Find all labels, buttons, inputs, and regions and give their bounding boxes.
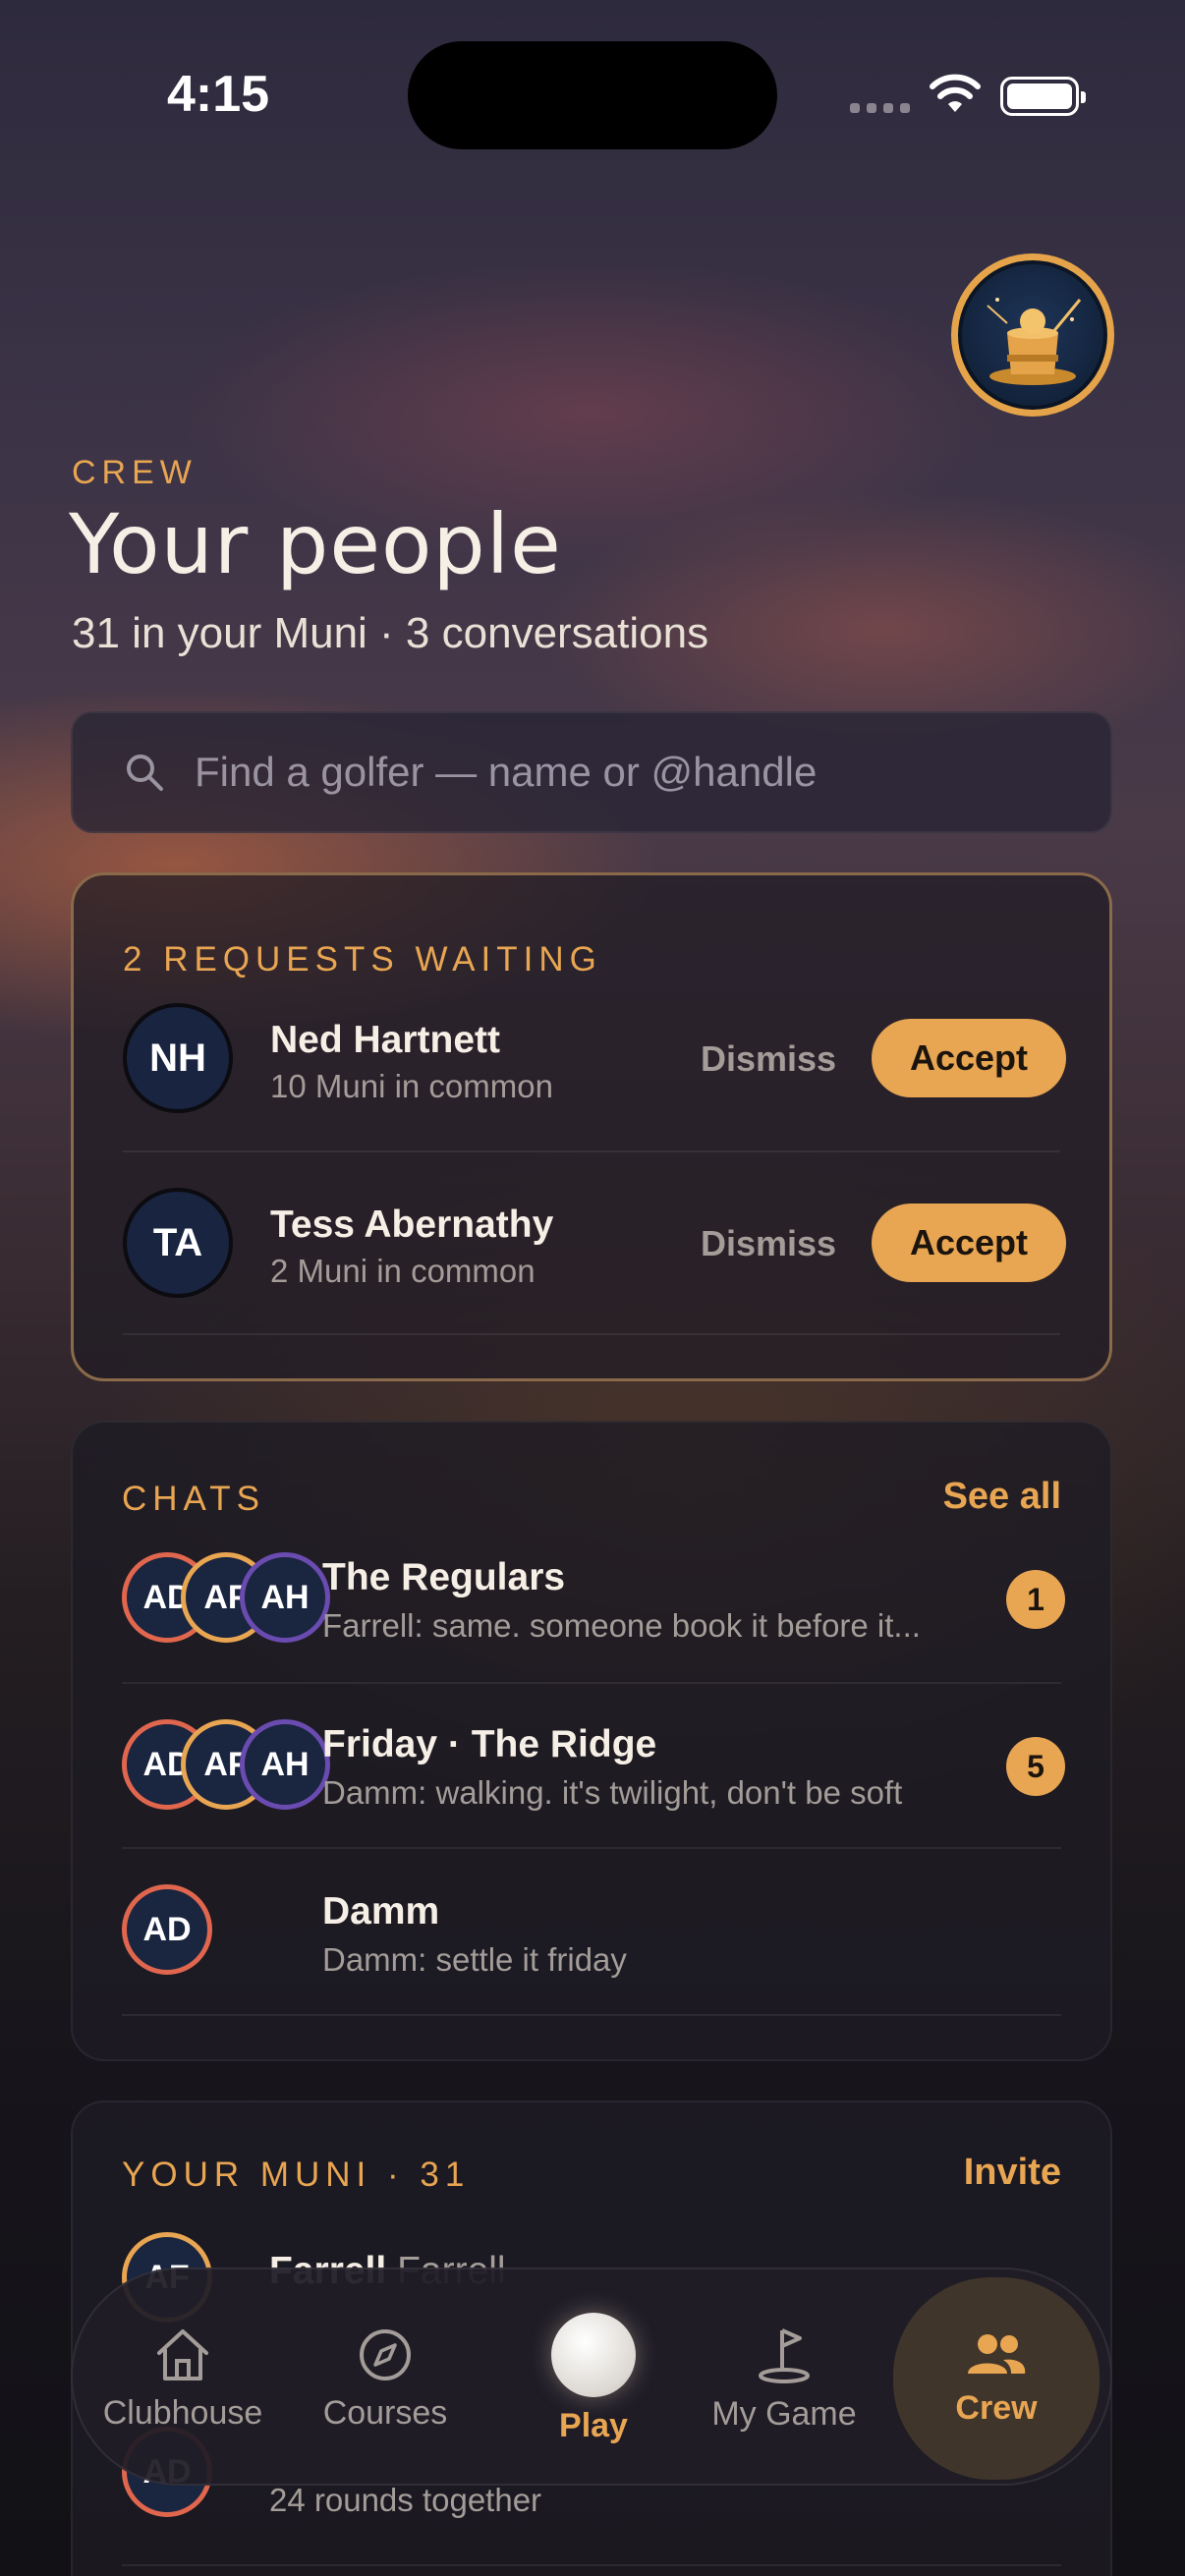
magic-hat-golf-logo-icon [987,298,1082,385]
battery-icon [1000,77,1086,116]
avatar: AH [240,1552,330,1643]
tab-label: Crew [955,2388,1038,2427]
divider [122,1847,1061,1849]
golf-ball-icon [551,2312,636,2397]
tab-label: Play [559,2406,628,2444]
tab-label: My Game [711,2394,857,2433]
divider [123,1150,1060,1152]
chats-heading: CHATS [122,1480,266,1518]
avatar-initials: AH [260,1745,310,1783]
unread-badge: 1 [1006,1570,1065,1629]
avatar-initials: AH [260,1578,310,1616]
avatar-initials: TA [152,1220,203,1264]
muni-heading: YOUR MUNI · 31 [122,2156,471,2194]
request-mutual-count: 10 Muni in common [270,1068,553,1104]
see-all-link[interactable]: See all [943,1476,1061,1518]
page-subtitle: 31 in your Muni · 3 conversations [72,609,709,657]
house-icon [157,2328,208,2380]
invite-link[interactable]: Invite [964,2152,1061,2194]
divider [123,1333,1060,1335]
avatar[interactable]: NH [123,1003,233,1113]
requests-card: 2 REQUESTS WAITING NH Ned Hartnett 10 Mu… [71,872,1112,1381]
wifi-icon [930,74,981,112]
tab-my-game[interactable]: My Game [686,2269,882,2488]
tab-label: Courses [322,2393,448,2432]
chats-card: CHATS See all AD AF AH The Regulars Farr… [71,1421,1112,2061]
search-icon [127,755,163,791]
chat-preview: Damm: walking. it's twilight, don't be s… [322,1774,903,1811]
chat-title: Damm [322,1890,440,1932]
section-eyebrow: CREW [72,454,198,491]
tab-courses[interactable]: Courses [287,2269,483,2488]
tab-crew[interactable]: Crew [893,2277,1100,2480]
tab-label: Clubhouse [102,2393,263,2432]
request-name[interactable]: Ned Hartnett [270,1019,500,1062]
tab-play[interactable]: Play [495,2269,692,2488]
avatar: AD [122,1884,212,1975]
cellular-signal-icon [850,103,910,113]
profile-avatar-button[interactable] [951,253,1114,417]
chat-title: The Regulars [322,1556,566,1598]
people-icon [968,2333,1026,2374]
dismiss-button[interactable]: Dismiss [701,1223,836,1264]
divider [122,2564,1061,2566]
avatar[interactable]: TA [123,1188,233,1298]
request-mutual-count: 2 Muni in common [270,1253,536,1289]
dismiss-button[interactable]: Dismiss [701,1038,836,1080]
search-input[interactable] [195,749,1079,796]
divider [122,2014,1061,2016]
avatar-initials: AD [142,1910,192,1948]
requests-heading: 2 REQUESTS WAITING [123,940,602,979]
status-time: 4:15 [167,66,270,123]
chat-title: Friday · The Ridge [322,1723,657,1765]
chat-preview: Farrell: same. someone book it before it… [322,1607,921,1644]
accept-button[interactable]: Accept [872,1019,1066,1097]
status-bar: 4:15 [0,0,1185,196]
compass-icon [360,2328,411,2380]
page-title: Your people [69,496,562,592]
tab-bar: Clubhouse Courses Play My Game Crew [71,2268,1112,2486]
dynamic-island [408,41,777,149]
request-name[interactable]: Tess Abernathy [270,1204,553,1247]
accept-button[interactable]: Accept [872,1204,1066,1282]
tab-clubhouse[interactable]: Clubhouse [85,2269,281,2488]
avatar: AH [240,1719,330,1810]
chat-preview: Damm: settle it friday [322,1941,627,1978]
avatar-initials: NH [149,1036,206,1080]
flag-pin-icon [759,2327,810,2383]
divider [122,1682,1061,1684]
unread-badge: 5 [1006,1737,1065,1796]
search-bar[interactable] [71,711,1112,833]
